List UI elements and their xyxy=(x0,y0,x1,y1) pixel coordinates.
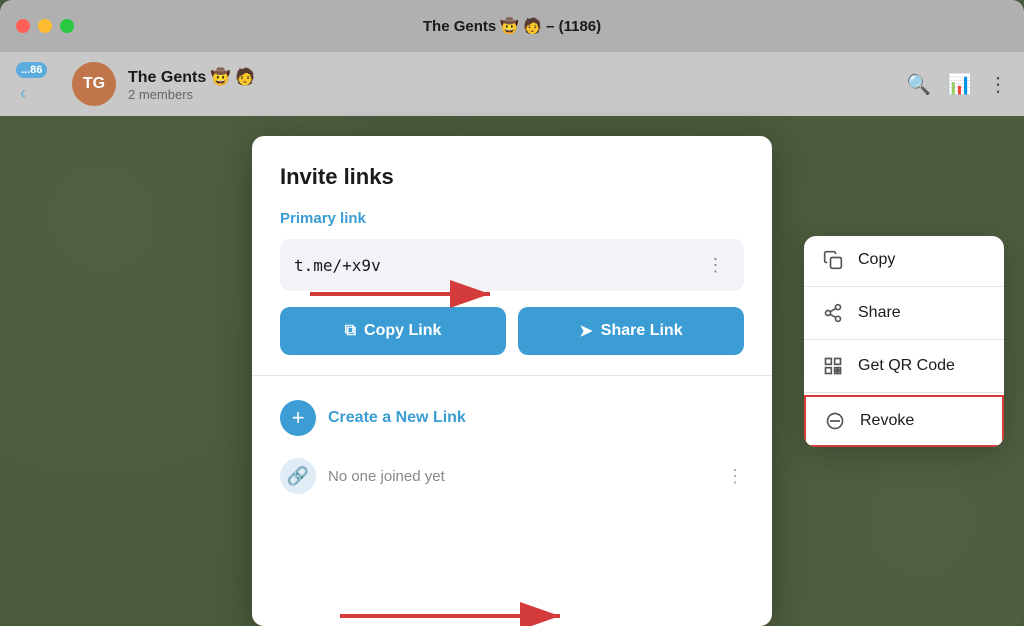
copy-icon: ⧉ xyxy=(345,322,356,340)
link-item-row: 🔗 No one joined yet ⋮ xyxy=(280,448,744,504)
primary-link-label: Primary link xyxy=(280,210,744,227)
back-button[interactable]: ...86 ‹ xyxy=(16,62,60,106)
chat-header: ...86 ‹ TG The Gents 🤠 🧑 2 members 🔍 📊 ⋮ xyxy=(0,52,1024,116)
share-link-button[interactable]: ➤ Share Link xyxy=(518,307,744,355)
copy-menu-icon xyxy=(822,249,844,271)
qr-menu-icon xyxy=(822,355,844,377)
invite-links-modal: Invite links Primary link t.me/+x9v ⋮ ⧉ … xyxy=(252,136,772,626)
back-arrow-icon: ‹ xyxy=(20,83,26,104)
create-link-icon: + xyxy=(280,400,316,436)
copy-label: Copy xyxy=(858,251,895,269)
share-icon: ➤ xyxy=(579,321,592,341)
divider xyxy=(252,375,772,376)
link-chain-icon: 🔗 xyxy=(280,458,316,494)
link-item-dots-button[interactable]: ⋮ xyxy=(726,466,744,487)
modal-title: Invite links xyxy=(280,164,744,190)
more-icon[interactable]: ⋮ xyxy=(988,72,1008,97)
action-buttons: ⧉ Copy Link ➤ Share Link xyxy=(280,307,744,355)
titlebar: The Gents 🤠 🧑 – (1186) xyxy=(0,0,1024,52)
link-value: t.me/+x9v xyxy=(294,256,702,275)
create-link-label: Create a New Link xyxy=(328,409,466,427)
stats-icon[interactable]: 📊 xyxy=(947,72,972,97)
link-field-row: t.me/+x9v ⋮ xyxy=(280,239,744,291)
link-dots-button[interactable]: ⋮ xyxy=(702,251,730,279)
maximize-button[interactable] xyxy=(60,19,74,33)
revoke-label: Revoke xyxy=(860,412,914,430)
share-label: Share xyxy=(858,304,901,322)
chat-name: The Gents 🤠 🧑 xyxy=(128,67,894,87)
menu-item-copy[interactable]: Copy xyxy=(804,236,1004,284)
link-item-text: No one joined yet xyxy=(328,468,714,485)
qr-label: Get QR Code xyxy=(858,357,955,375)
copy-link-button[interactable]: ⧉ Copy Link xyxy=(280,307,506,355)
context-menu: Copy Share xyxy=(804,236,1004,447)
unread-badge: ...86 xyxy=(16,62,47,78)
menu-item-revoke[interactable]: Revoke xyxy=(804,395,1004,447)
avatar: TG xyxy=(72,62,116,106)
create-new-link-row[interactable]: + Create a New Link xyxy=(280,392,744,444)
menu-item-qr[interactable]: Get QR Code xyxy=(804,342,1004,390)
search-icon[interactable]: 🔍 xyxy=(906,72,931,97)
menu-sep-2 xyxy=(804,339,1004,340)
menu-sep-3 xyxy=(804,392,1004,393)
chat-info: The Gents 🤠 🧑 2 members xyxy=(128,67,894,102)
close-button[interactable] xyxy=(16,19,30,33)
menu-sep-1 xyxy=(804,286,1004,287)
share-menu-icon xyxy=(822,302,844,324)
traffic-lights xyxy=(16,19,74,33)
menu-item-share[interactable]: Share xyxy=(804,289,1004,337)
window-title: The Gents 🤠 🧑 – (1186) xyxy=(423,17,601,35)
chat-members: 2 members xyxy=(128,87,894,102)
chat-background: Invite links Primary link t.me/+x9v ⋮ ⧉ … xyxy=(0,116,1024,626)
revoke-menu-icon xyxy=(824,410,846,432)
header-actions: 🔍 📊 ⋮ xyxy=(906,72,1008,97)
app-window: The Gents 🤠 🧑 – (1186) ...86 ‹ TG The Ge… xyxy=(0,0,1024,626)
minimize-button[interactable] xyxy=(38,19,52,33)
